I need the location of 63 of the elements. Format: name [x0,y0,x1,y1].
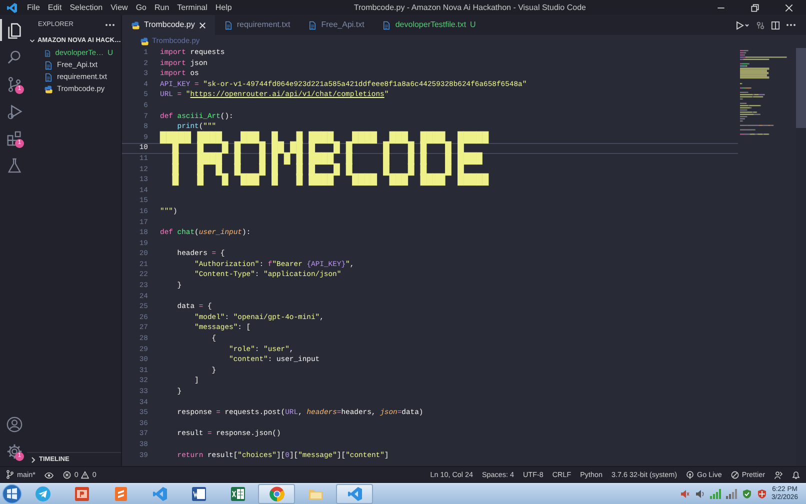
menu-item[interactable]: Go [132,0,150,15]
more-icon[interactable] [105,23,115,27]
spreadsheet-icon [230,486,246,502]
branch-icon [6,470,14,480]
scrollbar-thumb[interactable] [796,48,806,128]
start-button-icon[interactable] [2,484,22,504]
shield-icon[interactable] [756,489,767,499]
warning-icon [81,470,90,479]
speaker-icon[interactable] [694,489,705,499]
close-icon[interactable] [198,22,206,28]
python-file-icon [140,36,149,46]
more-icon[interactable] [786,23,796,27]
code-editor-icon [112,486,128,502]
window-title: Trombcode.py - Amazon Nova Ai Hackathon - Visual Studio Code [352,2,587,14]
document-icon [190,486,206,502]
shield-icon[interactable] [742,489,752,499]
account-icon[interactable] [6,416,23,432]
chevron-icon[interactable] [29,456,37,464]
menu-item[interactable]: View [106,0,132,15]
flask-icon[interactable] [6,156,23,174]
search-icon[interactable] [6,48,23,66]
python-file-icon [131,20,140,30]
file-icon [44,60,53,70]
restore-icon[interactable] [750,2,760,12]
split-editor-icon[interactable] [771,20,780,30]
files-icon[interactable] [6,22,23,38]
close-icon[interactable] [784,2,794,12]
chevron-icon[interactable] [29,37,36,45]
code-editor-icon [152,486,168,502]
file-icon [44,48,52,58]
signal-bars-icon[interactable] [726,489,737,499]
run-debug-icon[interactable] [6,102,23,120]
code-editor-icon [346,486,362,502]
run-icon[interactable] [736,20,750,30]
taskbar-button[interactable] [336,484,373,504]
file-icon [308,20,318,30]
taskbar-button[interactable] [258,484,295,504]
broadcast-icon [686,470,694,479]
eye-icon[interactable] [44,472,54,478]
app-logo-icon [6,2,18,14]
menu-item[interactable]: Help [211,0,236,15]
error-icon [63,470,72,479]
menu-item[interactable]: File [23,0,44,15]
paper-plane-icon [34,486,50,502]
extensions-icon[interactable] [6,130,23,146]
browser-icon [268,486,284,502]
menu-item[interactable]: Terminal [173,0,212,15]
editor-tab[interactable]: Trombcode.py [122,15,215,35]
python-file-icon [44,84,53,94]
branch-icon[interactable] [6,76,23,92]
menu-item[interactable]: Run [150,0,174,15]
menu-item[interactable]: Edit [44,0,66,15]
file-icon [382,20,392,30]
feedback-icon[interactable] [774,470,783,480]
speaker-icon[interactable] [680,489,690,499]
settings-icon[interactable] [6,442,23,460]
file-icon [44,72,53,82]
compare-icon[interactable] [756,20,765,30]
menu-item[interactable]: Selection [66,0,107,15]
prohibited-icon [730,470,739,479]
file-icon [224,20,233,30]
bell-icon[interactable] [792,470,800,480]
slide-icon [74,486,90,502]
